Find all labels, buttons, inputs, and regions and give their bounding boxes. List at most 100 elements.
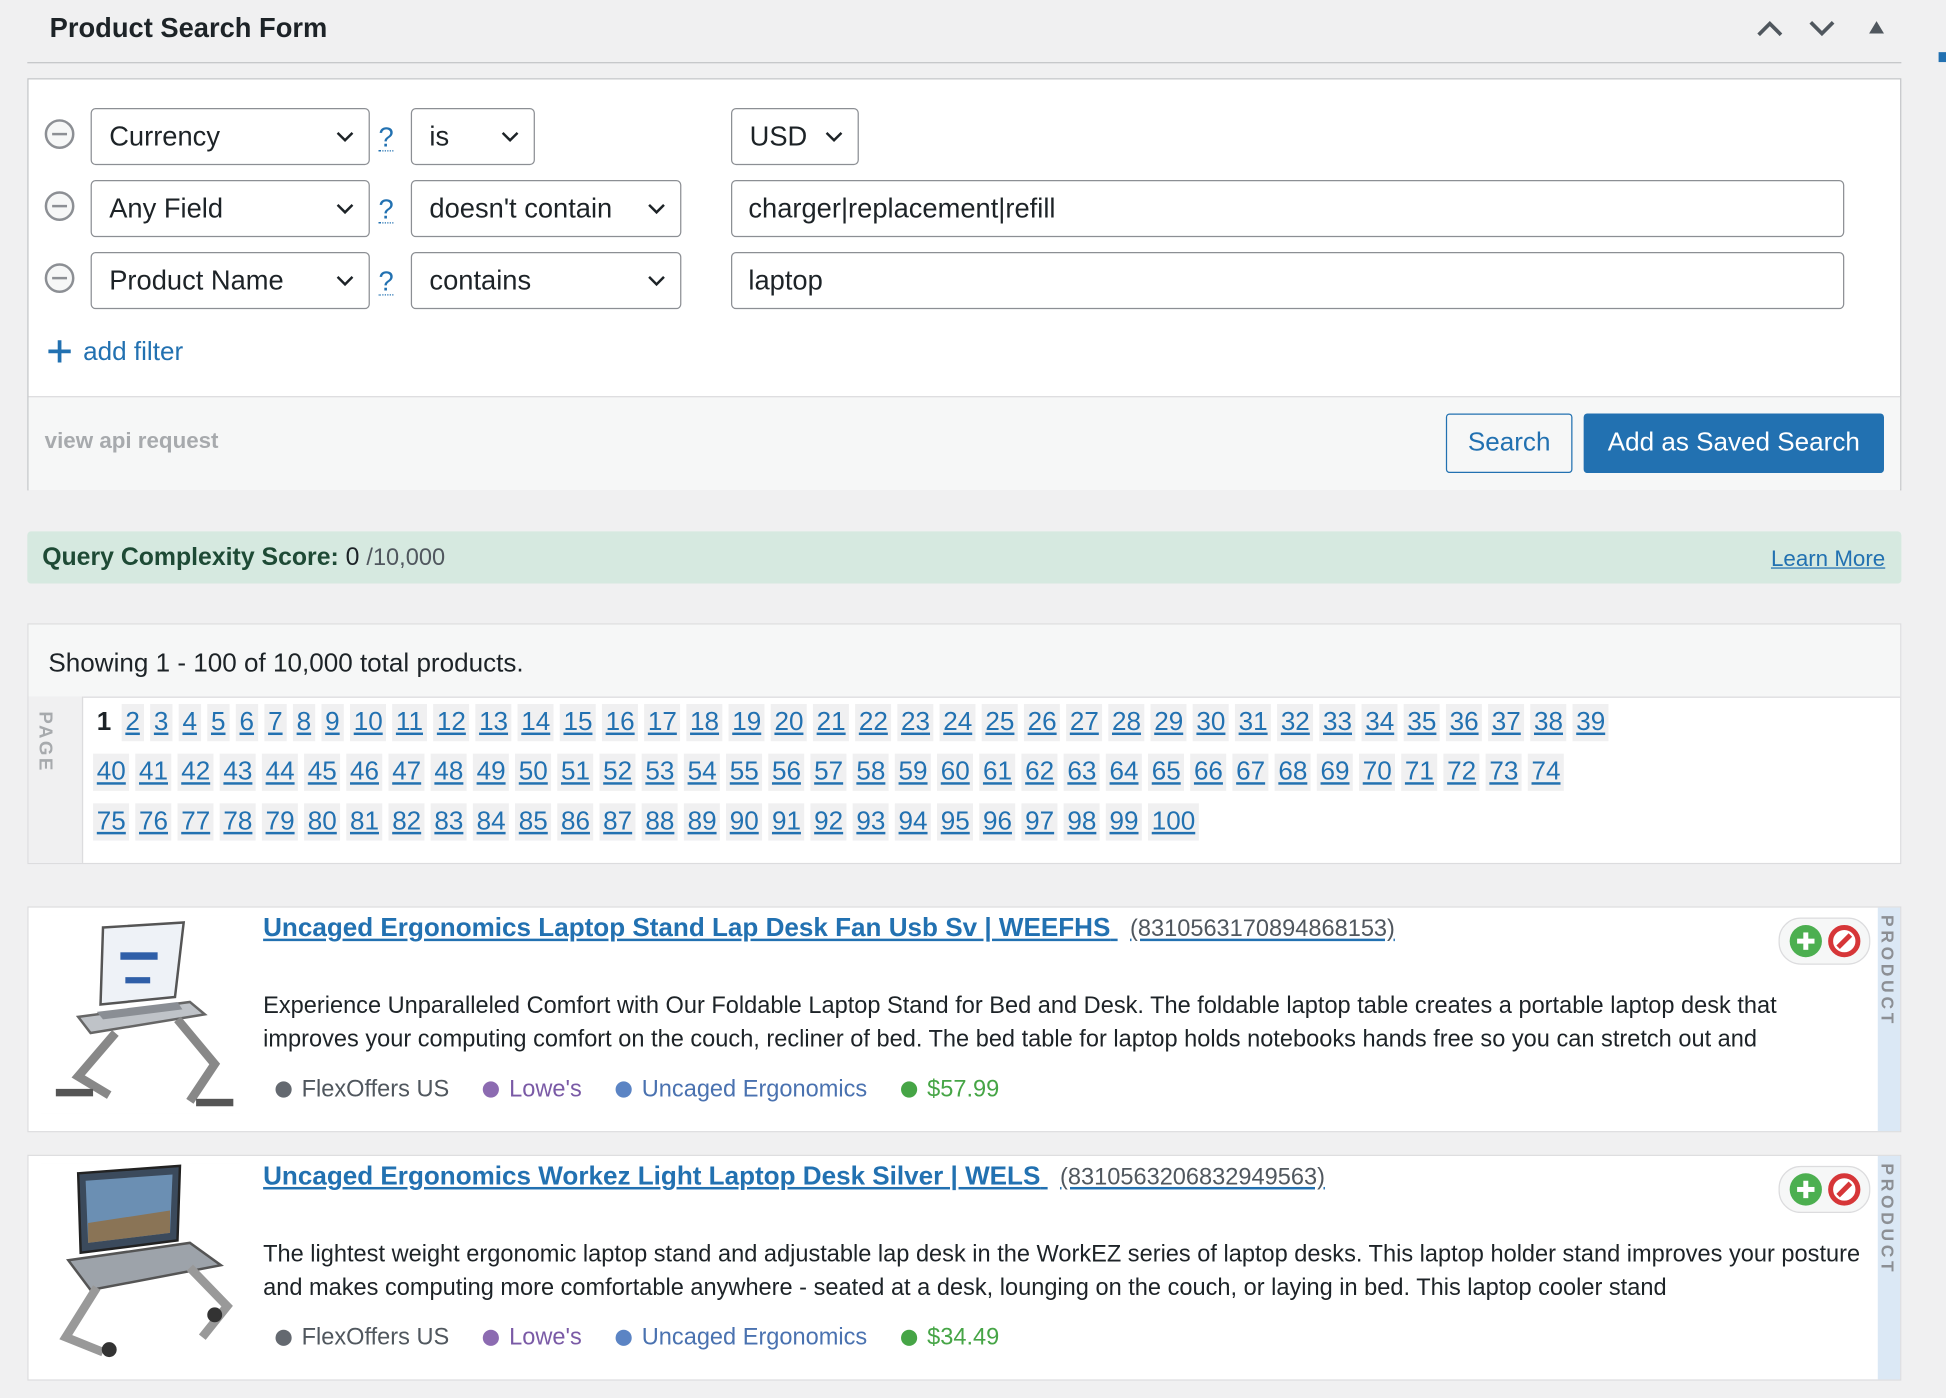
page-link[interactable]: 84 <box>472 803 510 841</box>
page-link[interactable]: 64 <box>1105 753 1143 791</box>
page-link[interactable]: 79 <box>261 803 299 841</box>
page-link[interactable]: 57 <box>810 753 847 791</box>
page-link[interactable]: 94 <box>894 803 932 841</box>
page-link[interactable]: 43 <box>219 753 257 791</box>
page-link[interactable]: 78 <box>219 803 257 841</box>
product-image[interactable] <box>40 915 240 1114</box>
block-icon[interactable] <box>1828 924 1861 958</box>
page-link[interactable]: 83 <box>430 803 468 841</box>
page-link[interactable]: 25 <box>981 703 1019 742</box>
page-link[interactable]: 18 <box>686 703 723 742</box>
page-link[interactable]: 89 <box>683 803 721 841</box>
page-link[interactable]: 66 <box>1190 753 1227 791</box>
page-link[interactable]: 31 <box>1234 703 1272 742</box>
block-icon[interactable] <box>1828 1173 1861 1206</box>
page-link[interactable]: 69 <box>1316 753 1354 791</box>
product-image[interactable] <box>40 1163 240 1363</box>
page-link[interactable]: 41 <box>135 753 172 791</box>
page-link[interactable]: 97 <box>1021 803 1058 841</box>
page-link[interactable]: 62 <box>1021 753 1058 791</box>
remove-filter-button[interactable] <box>44 119 75 149</box>
page-link[interactable]: 52 <box>599 753 636 791</box>
add-saved-search-button[interactable]: Add as Saved Search <box>1583 413 1884 474</box>
page-link[interactable]: 59 <box>894 753 932 791</box>
page-link[interactable]: 29 <box>1150 703 1187 742</box>
page-link[interactable]: 58 <box>852 753 890 791</box>
page-link[interactable]: 75 <box>93 803 130 841</box>
page-link[interactable]: 47 <box>388 753 425 791</box>
operator-select[interactable]: doesn't contain <box>410 180 682 238</box>
page-link[interactable]: 63 <box>1063 753 1101 791</box>
page-link[interactable]: 50 <box>515 753 552 791</box>
view-api-request-link[interactable]: view api request <box>45 428 219 454</box>
page-link[interactable]: 20 <box>770 703 808 742</box>
page-link[interactable]: 60 <box>937 753 974 791</box>
page-link[interactable]: 21 <box>812 703 850 742</box>
page-link[interactable]: 48 <box>430 753 468 791</box>
page-link[interactable]: 67 <box>1232 753 1269 791</box>
page-link[interactable]: 92 <box>810 803 847 841</box>
page-link[interactable]: 2 <box>121 703 144 742</box>
page-link[interactable]: 70 <box>1359 753 1396 791</box>
page-link[interactable]: 9 <box>321 703 344 742</box>
page-link[interactable]: 13 <box>475 703 512 742</box>
page-link[interactable]: 82 <box>388 803 425 841</box>
page-link[interactable]: 3 <box>150 703 173 742</box>
page-link[interactable]: 11 <box>392 703 427 742</box>
value-select[interactable]: USD <box>731 108 859 166</box>
help-link[interactable]: ? <box>378 196 394 224</box>
page-link[interactable]: 88 <box>641 803 679 841</box>
page-link[interactable]: 56 <box>768 753 805 791</box>
operator-select[interactable]: is <box>410 108 535 166</box>
page-link[interactable]: 61 <box>979 753 1016 791</box>
field-select[interactable]: Any Field <box>90 180 370 238</box>
add-filter-link[interactable]: add filter <box>46 333 183 368</box>
page-link[interactable]: 35 <box>1403 703 1441 742</box>
page-link[interactable]: 19 <box>728 703 765 742</box>
page-link[interactable]: 87 <box>599 803 636 841</box>
move-down-button[interactable] <box>1805 12 1840 47</box>
page-link[interactable]: 27 <box>1066 703 1103 742</box>
page-link[interactable]: 100 <box>1148 803 1199 841</box>
page-link[interactable]: 7 <box>264 703 287 742</box>
page-link[interactable]: 12 <box>433 703 470 742</box>
page-link[interactable]: 71 <box>1401 753 1438 791</box>
page-link[interactable]: 5 <box>207 703 230 742</box>
page-link[interactable]: 65 <box>1148 753 1185 791</box>
page-link[interactable]: 49 <box>472 753 510 791</box>
page-link[interactable]: 81 <box>346 803 383 841</box>
collapse-button[interactable] <box>1859 12 1894 47</box>
operator-select[interactable]: contains <box>410 252 682 310</box>
page-link[interactable]: 53 <box>641 753 679 791</box>
help-link[interactable]: ? <box>378 124 394 152</box>
scrollbar-indicator[interactable] <box>1938 52 1946 63</box>
page-link[interactable]: 55 <box>726 753 763 791</box>
help-link[interactable]: ? <box>378 268 394 296</box>
page-link[interactable]: 40 <box>93 753 130 791</box>
learn-more-link[interactable]: Learn More <box>1771 546 1885 572</box>
remove-filter-button[interactable] <box>44 191 75 222</box>
page-link[interactable]: 39 <box>1572 703 1609 742</box>
page-link[interactable]: 80 <box>304 803 341 841</box>
product-title-link[interactable]: Uncaged Ergonomics Laptop Stand Lap Desk… <box>263 914 1395 944</box>
page-link[interactable]: 73 <box>1485 753 1523 791</box>
page-link[interactable]: 77 <box>177 803 214 841</box>
page-link[interactable]: 26 <box>1023 703 1061 742</box>
page-link[interactable]: 44 <box>261 753 299 791</box>
page-link[interactable]: 93 <box>852 803 890 841</box>
page-link[interactable]: 30 <box>1192 703 1230 742</box>
page-link[interactable]: 10 <box>349 703 387 742</box>
page-link[interactable]: 32 <box>1277 703 1314 742</box>
page-link[interactable]: 96 <box>979 803 1016 841</box>
value-input[interactable]: charger|replacement|refill <box>731 180 1845 238</box>
page-link[interactable]: 33 <box>1319 703 1356 742</box>
page-link[interactable]: 85 <box>515 803 552 841</box>
page-link[interactable]: 14 <box>517 703 554 742</box>
add-circle-icon[interactable] <box>1789 924 1822 958</box>
page-link[interactable]: 72 <box>1443 753 1480 791</box>
page-link[interactable]: 17 <box>644 703 681 742</box>
page-link[interactable]: 90 <box>726 803 763 841</box>
page-link[interactable]: 22 <box>855 703 892 742</box>
move-up-button[interactable] <box>1752 12 1787 47</box>
page-link[interactable]: 74 <box>1527 753 1565 791</box>
